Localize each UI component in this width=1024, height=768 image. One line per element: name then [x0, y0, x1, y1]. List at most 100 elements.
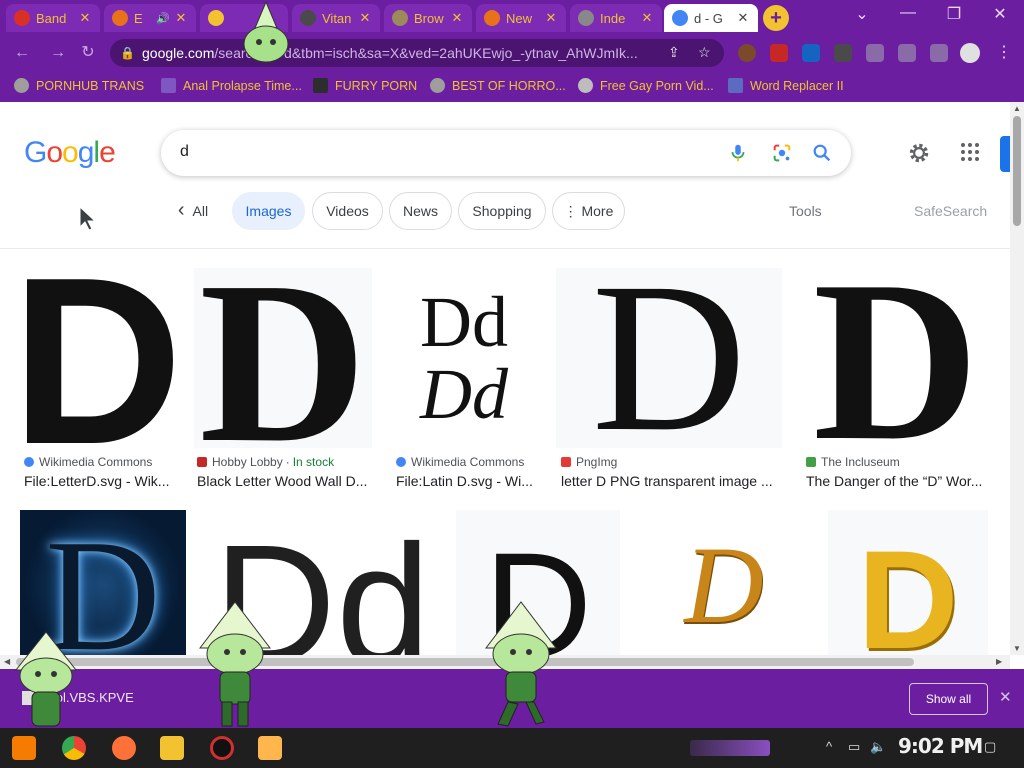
image-thumbnail[interactable]: D: [556, 268, 782, 448]
filter-shopping[interactable]: Shopping: [458, 192, 546, 230]
bookmark-item[interactable]: Free Gay Porn Vid...: [578, 78, 714, 93]
taskbar-widget[interactable]: [690, 740, 770, 756]
restore-button[interactable]: ❐: [934, 4, 974, 24]
result-source[interactable]: The Incluseum: [806, 455, 900, 469]
new-tab-button[interactable]: +: [763, 5, 789, 31]
bookmark-item[interactable]: PORNHUB TRANS: [14, 78, 144, 93]
media-controls-icon[interactable]: [898, 44, 916, 62]
settings-gear-icon[interactable]: [906, 140, 932, 166]
google-lens-icon[interactable]: [771, 142, 793, 164]
tools-button[interactable]: Tools: [789, 203, 822, 219]
extension-avatar-icon[interactable]: [738, 44, 756, 62]
tab-close-icon[interactable]: ✕: [358, 10, 372, 26]
bookmark-label: BEST OF HORRO...: [452, 78, 566, 93]
profile-avatar-icon[interactable]: [960, 43, 980, 63]
bookmark-item[interactable]: BEST OF HORRO...: [430, 78, 566, 93]
tab-strip: Band ✕ E 🔊 ✕ Vitan ✕ Brow ✕ New ✕ Inde ✕…: [0, 0, 1024, 35]
back-chevron-icon: ‹: [177, 199, 185, 221]
scroll-up-icon[interactable]: ▲: [1010, 104, 1024, 113]
source-label: Wikimedia Commons: [39, 455, 153, 469]
bookmark-star-icon[interactable]: ☆: [698, 44, 711, 61]
scroll-right-icon[interactable]: ▶: [996, 655, 1002, 669]
filter-videos[interactable]: Videos: [312, 192, 383, 230]
file-explorer-icon[interactable]: [160, 736, 184, 760]
result-title[interactable]: File:Latin D.svg - Wi...: [396, 473, 534, 489]
notifications-icon[interactable]: ▢: [984, 739, 996, 755]
kebab-menu-icon[interactable]: ⋮: [994, 43, 1014, 63]
tab-6[interactable]: New ✕: [476, 4, 566, 32]
tab-5[interactable]: Brow ✕: [384, 4, 472, 32]
reload-icon[interactable]: ↻: [78, 43, 98, 63]
search-query[interactable]: d: [180, 143, 189, 161]
result-title[interactable]: The Danger of the “D” Wor...: [806, 473, 986, 489]
volume-icon[interactable]: 🔈: [870, 739, 886, 755]
microphone-icon[interactable]: [727, 142, 749, 164]
tab-close-icon[interactable]: ✕: [640, 10, 654, 26]
close-download-bar-icon[interactable]: ✕: [999, 688, 1012, 706]
filter-all[interactable]: ‹ All: [170, 192, 216, 230]
extension-ublock-icon[interactable]: [770, 44, 788, 62]
firefox-taskbar-icon[interactable]: [112, 736, 136, 760]
tray-chevron-icon[interactable]: ^: [826, 739, 832, 754]
image-thumbnail[interactable]: D: [640, 510, 808, 655]
image-thumbnail[interactable]: D: [828, 510, 988, 655]
scrollbar-thumb[interactable]: [16, 658, 914, 666]
result-source[interactable]: PngImg: [561, 455, 617, 469]
lock-icon[interactable]: 🔒: [120, 46, 135, 60]
side-panel-icon[interactable]: [930, 44, 948, 62]
obs-taskbar-icon[interactable]: [210, 736, 234, 760]
taskbar-clock[interactable]: 9:02 PM: [898, 734, 983, 758]
result-title[interactable]: File:LetterD.svg - Wik...: [24, 473, 172, 489]
forward-icon[interactable]: →: [48, 43, 68, 63]
bookmark-item[interactable]: FURRY PORN: [313, 78, 417, 93]
scrollbar-thumb[interactable]: [1013, 116, 1021, 226]
filter-more[interactable]: ⋮ More: [552, 192, 625, 230]
result-title[interactable]: letter D PNG transparent image ...: [561, 473, 775, 489]
image-thumbnail[interactable]: D: [194, 268, 372, 448]
search-icon[interactable]: [811, 142, 833, 164]
tab-active[interactable]: d - G ✕: [664, 4, 758, 32]
network-icon[interactable]: ▭: [848, 739, 860, 755]
extension-wr-icon[interactable]: [802, 44, 820, 62]
close-window-button[interactable]: ✕: [980, 4, 1020, 24]
tab-search-icon[interactable]: ⌄: [842, 4, 882, 24]
account-button[interactable]: [1000, 136, 1010, 172]
tab-close-icon[interactable]: ✕: [450, 10, 464, 26]
image-thumbnail[interactable]: D: [803, 268, 989, 448]
filter-news[interactable]: News: [389, 192, 452, 230]
filter-images[interactable]: Images: [232, 192, 305, 230]
result-title[interactable]: Black Letter Wood Wall D...: [197, 473, 367, 489]
back-icon[interactable]: ←: [12, 43, 32, 63]
result-source[interactable]: Hobby Lobby · In stock: [197, 455, 334, 469]
media-player-icon[interactable]: [258, 736, 282, 760]
audio-icon[interactable]: 🔊: [156, 12, 170, 25]
result-source[interactable]: Wikimedia Commons: [396, 455, 524, 469]
tab-close-icon[interactable]: ✕: [174, 10, 188, 26]
scroll-down-icon[interactable]: ▼: [1010, 644, 1024, 653]
bookmark-item[interactable]: Word Replacer II: [728, 78, 844, 93]
safesearch-button[interactable]: SafeSearch: [914, 203, 987, 219]
tab-close-icon[interactable]: ✕: [544, 10, 558, 26]
image-thumbnail[interactable]: D: [21, 268, 173, 448]
search-box[interactable]: d: [161, 130, 851, 176]
tab-close-icon[interactable]: ✕: [736, 10, 750, 26]
image-thumbnail[interactable]: Dd Dd: [393, 268, 535, 448]
extension-icon[interactable]: [834, 44, 852, 62]
minimize-button[interactable]: —: [888, 4, 928, 22]
bookmark-item[interactable]: Anal Prolapse Time...: [161, 78, 302, 93]
google-logo[interactable]: Google: [24, 136, 116, 170]
tab-2[interactable]: E 🔊 ✕: [104, 4, 196, 32]
address-bar[interactable]: 🔒 google.com /search?q=d&tbm=isch&sa=X&v…: [110, 39, 724, 67]
share-icon[interactable]: ⇪: [668, 44, 680, 61]
start-button-icon[interactable]: [12, 736, 36, 760]
tab-close-icon[interactable]: ✕: [78, 10, 92, 26]
result-source[interactable]: Wikimedia Commons: [24, 455, 152, 469]
chrome-taskbar-icon[interactable]: [62, 736, 86, 760]
show-all-button[interactable]: Show all: [909, 683, 988, 715]
tab-7[interactable]: Inde ✕: [570, 4, 662, 32]
source-favicon-icon: [806, 457, 816, 467]
google-apps-grid-icon[interactable]: [960, 142, 980, 162]
vertical-scrollbar[interactable]: ▲ ▼: [1010, 102, 1024, 655]
tab-1[interactable]: Band ✕: [6, 4, 100, 32]
extensions-puzzle-icon[interactable]: [866, 44, 884, 62]
